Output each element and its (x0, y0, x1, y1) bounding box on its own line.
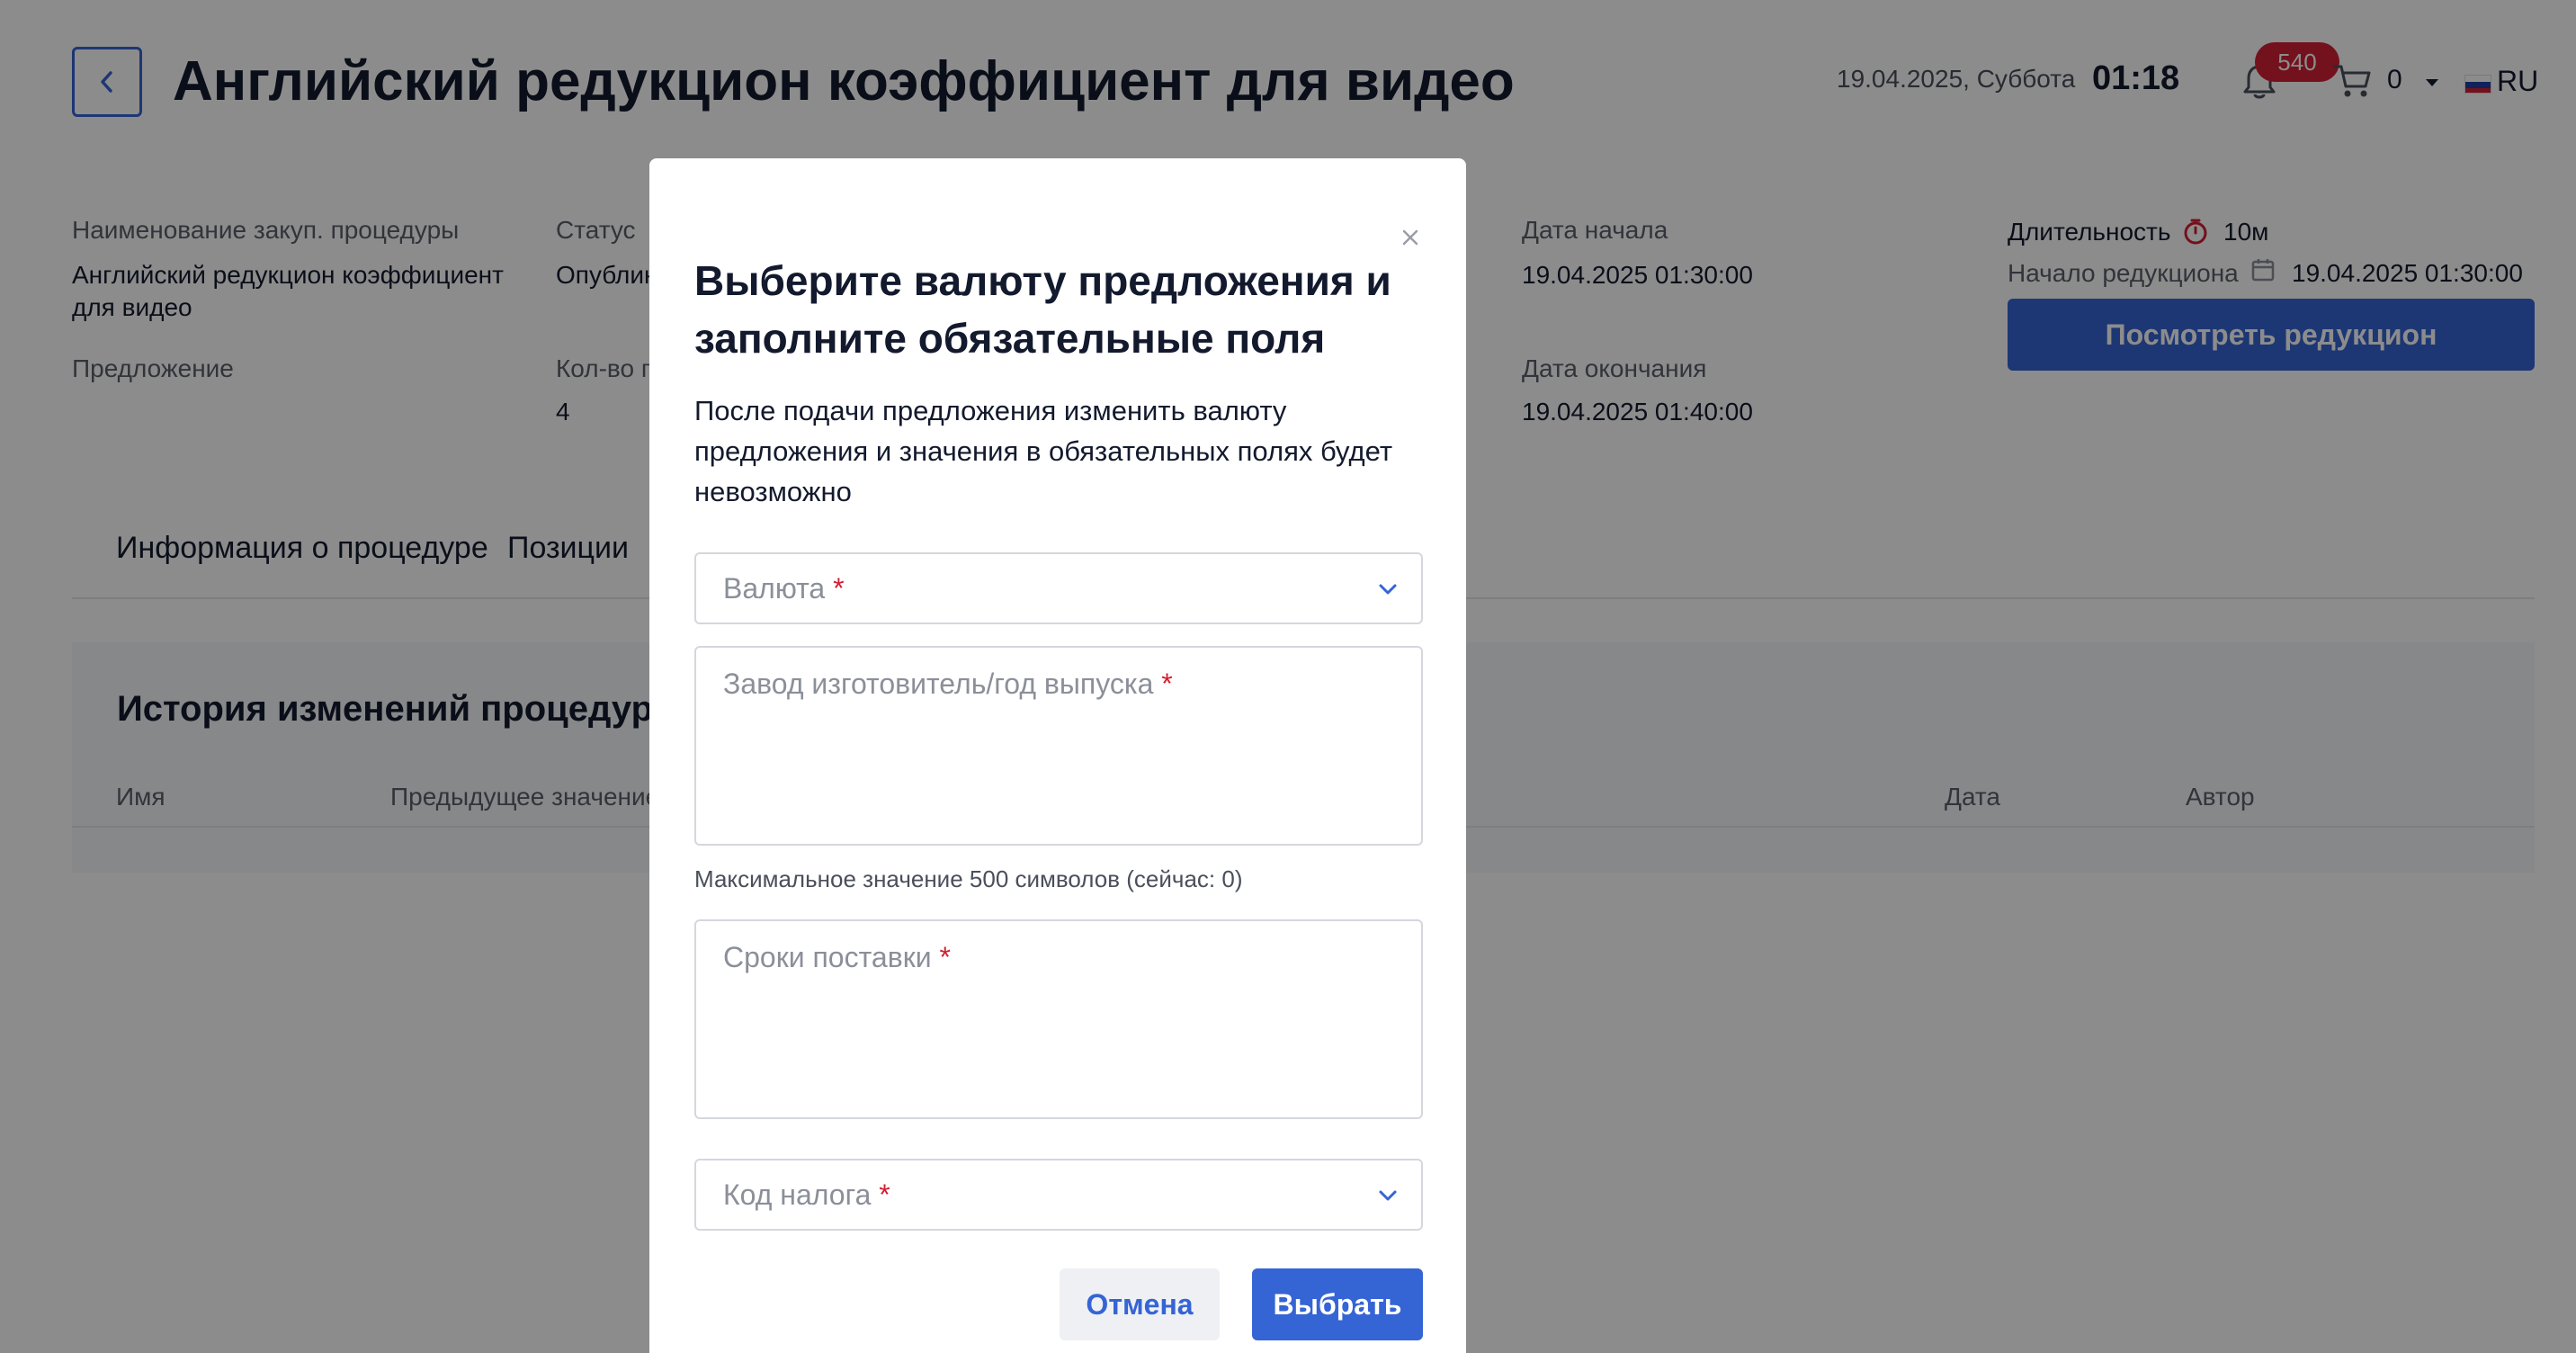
manufacturer-textarea[interactable]: Завод изготовитель/год выпуска * (694, 646, 1423, 846)
currency-modal: Выберите валюту предложения и заполните … (649, 158, 1466, 1353)
cancel-button[interactable]: Отмена (1060, 1268, 1220, 1340)
tax-code-select[interactable]: Код налога * (694, 1159, 1423, 1231)
modal-title: Выберите валюту предложения и заполните … (694, 257, 1391, 362)
currency-placeholder: Валюта (723, 572, 826, 605)
close-icon[interactable] (1398, 225, 1423, 250)
delivery-placeholder: Сроки поставки (723, 941, 932, 973)
select-button[interactable]: Выбрать (1252, 1268, 1423, 1340)
tax-code-placeholder: Код налога (723, 1178, 872, 1211)
required-mark: * (879, 1178, 890, 1211)
modal-description: После подачи предложения изменить валюту… (694, 395, 1393, 507)
delivery-terms-textarea[interactable]: Сроки поставки * (694, 919, 1423, 1119)
chevron-down-icon (1379, 584, 1397, 595)
required-mark: * (833, 572, 845, 605)
required-mark: * (1161, 668, 1173, 700)
currency-select[interactable]: Валюта * (694, 552, 1423, 624)
chevron-down-icon (1379, 1190, 1397, 1201)
manufacturer-helper-text: Максимальное значение 500 символов (сейч… (694, 865, 1243, 892)
manufacturer-placeholder: Завод изготовитель/год выпуска (723, 668, 1154, 700)
required-mark: * (939, 941, 951, 973)
